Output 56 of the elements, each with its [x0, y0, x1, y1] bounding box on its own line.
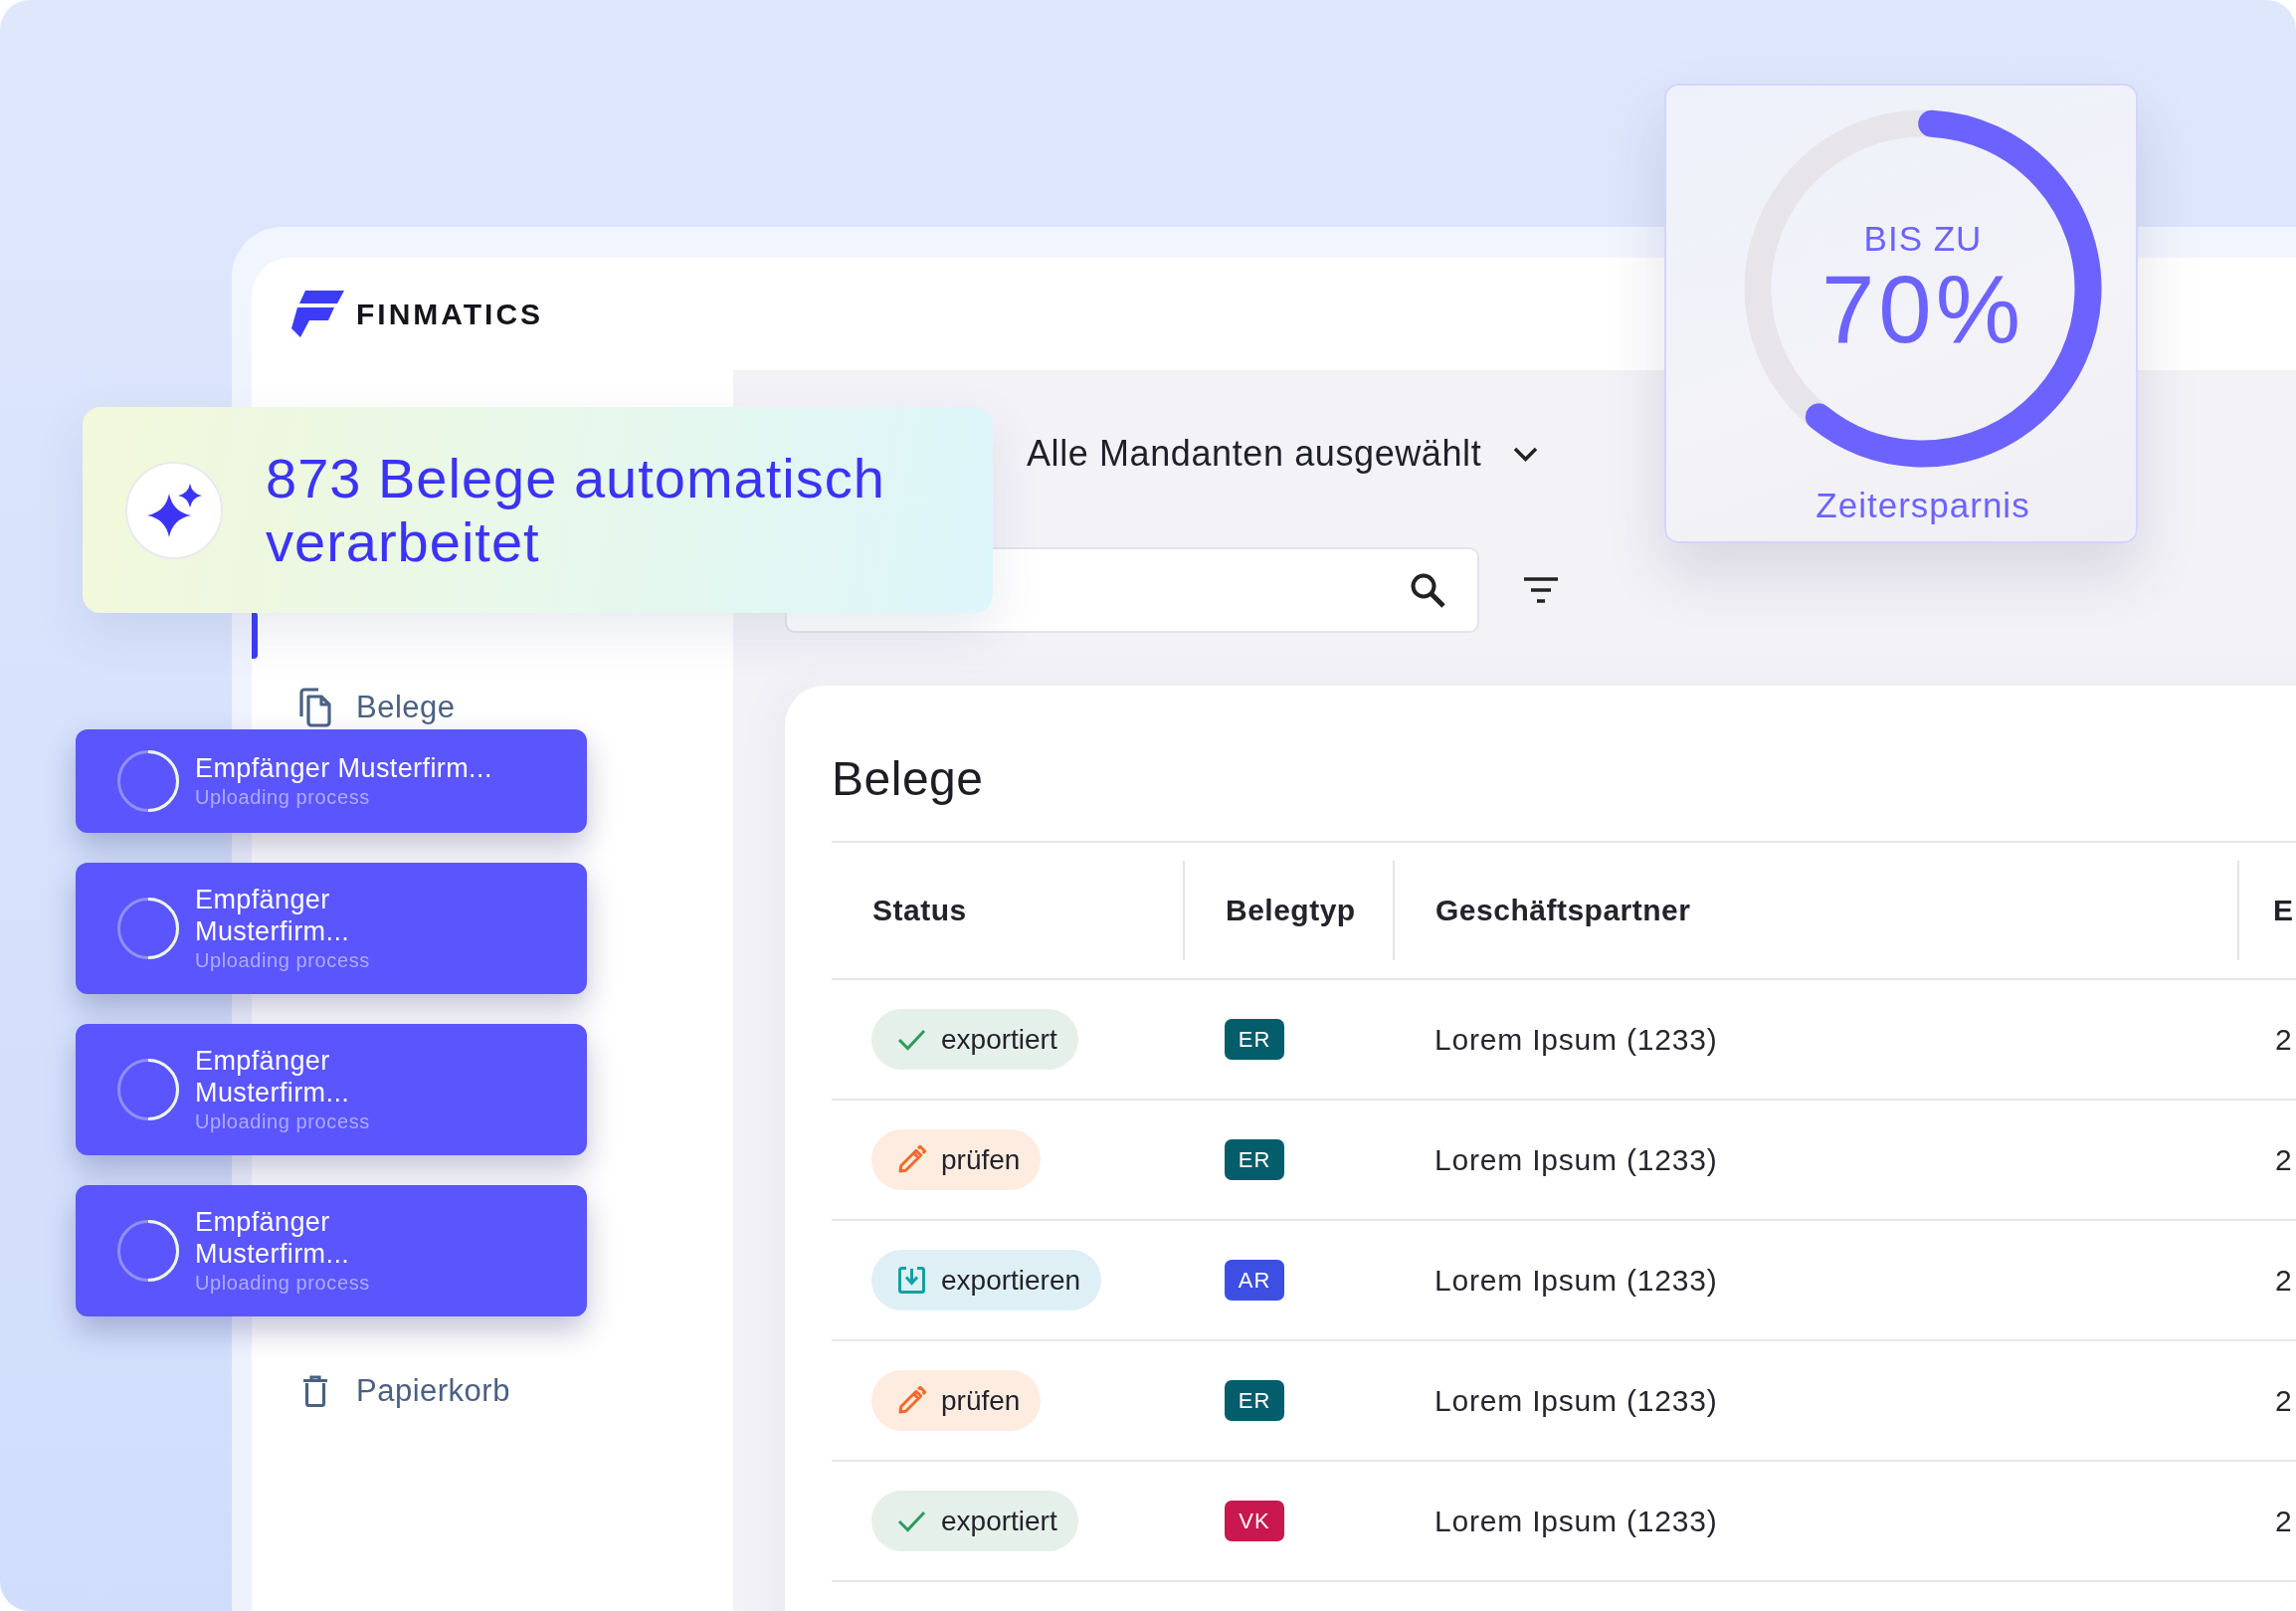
business-partner: Lorem Ipsum (1233) — [1435, 1504, 1718, 1538]
document-type-badge: ER — [1225, 1139, 1284, 1180]
pencil-icon — [896, 1385, 927, 1416]
upload-status: Uploading process — [195, 948, 370, 973]
upload-status: Uploading process — [195, 785, 371, 810]
upload-title: Empfänger Musterfirm... — [195, 752, 492, 784]
status-label: prüfen — [941, 1384, 1021, 1417]
column-value: 2 — [2275, 1142, 2293, 1177]
business-partner: Lorem Ipsum (1233) — [1435, 1383, 1718, 1418]
upload-title: Empfänger Musterfirm... — [195, 1206, 351, 1270]
document-type-badge: AR — [1225, 1260, 1284, 1301]
spinner-icon — [117, 1059, 179, 1120]
column-header: Status — [871, 893, 968, 928]
upload-status: Uploading process — [195, 1271, 370, 1296]
brand-name: FINMATICS — [356, 297, 544, 331]
upload-title: Empfänger Musterfirm... — [195, 884, 351, 947]
nav-item[interactable]: Papierkorb — [252, 1366, 524, 1416]
column-value: 2 — [2275, 1383, 2293, 1418]
column-value: 2 — [2275, 1263, 2293, 1298]
spinner-icon — [117, 898, 179, 959]
column-header: Belegtyp — [1183, 861, 1393, 960]
client-dropdown[interactable]: Alle Mandanten ausgewählt — [1027, 429, 1539, 479]
status-label: prüfen — [941, 1143, 1021, 1176]
business-partner: Lorem Ipsum (1233) — [1435, 1022, 1718, 1057]
upload-title: Empfänger Musterfirm... — [195, 1045, 351, 1108]
spinner-icon — [117, 750, 179, 812]
status-label: exportieren — [941, 1264, 1081, 1297]
business-partner: Lorem Ipsum (1233) — [1435, 1263, 1718, 1298]
status-label: exportiert — [941, 1023, 1057, 1056]
business-partner: Lorem Ipsum (1233) — [1435, 1142, 1718, 1177]
documents-icon — [297, 688, 332, 727]
trash-icon — [302, 1375, 328, 1407]
selection-bar — [252, 612, 258, 659]
caption-text: BIS ZU — [1863, 218, 1983, 260]
download-tray-icon — [896, 1265, 927, 1296]
status-label: exportiert — [941, 1505, 1057, 1537]
notification-text: 873 Belege automatisch verarbeitet — [266, 446, 886, 574]
logo-icon — [291, 291, 344, 337]
pencil-icon — [896, 1144, 927, 1175]
spinner-icon — [117, 1220, 179, 1282]
column-value: 2 — [2275, 1022, 2293, 1057]
document-type-badge: ER — [1225, 1380, 1284, 1421]
nav-item[interactable]: Belege — [252, 683, 470, 732]
filter-icon[interactable] — [1524, 577, 1558, 603]
column-header: Geschäftspartner — [1393, 861, 2237, 960]
document-type-badge: VK — [1225, 1501, 1284, 1541]
document-type-badge: ER — [1225, 1019, 1284, 1060]
column-header: E — [2237, 861, 2296, 960]
table-title: Belege — [832, 751, 985, 807]
column-value: 2 — [2275, 1504, 2293, 1538]
upload-status: Uploading process — [195, 1109, 370, 1134]
savings-label: Zeitersparnis — [1816, 486, 2030, 525]
percentage-value: 70% — [1820, 260, 2025, 359]
chevron-down-icon — [1513, 446, 1539, 462]
search-icon[interactable] — [1410, 572, 1445, 608]
sparkle-icon — [125, 461, 223, 559]
